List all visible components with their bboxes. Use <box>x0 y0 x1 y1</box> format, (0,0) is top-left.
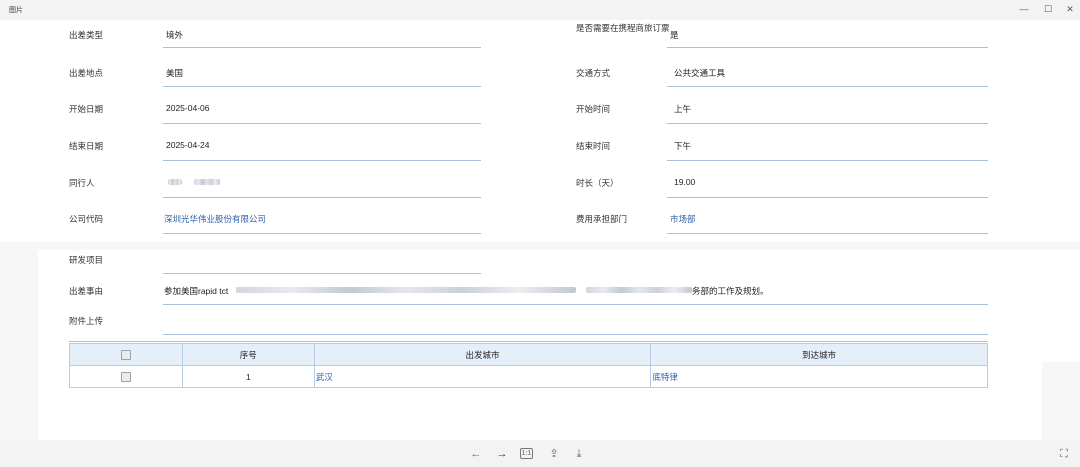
companion-underline <box>163 197 481 198</box>
reason-underline <box>163 304 988 305</box>
need-ctrip-label: 是否需要在携程商旅订票 <box>576 23 670 33</box>
end-date-underline <box>163 160 481 161</box>
trip-type-underline <box>163 47 481 48</box>
start-time-label: 开始时间 <box>576 104 611 114</box>
select-all-checkbox[interactable] <box>120 349 131 360</box>
header-index: 序号 <box>181 343 315 366</box>
destination-label: 出差地点 <box>69 68 104 78</box>
transport-label: 交通方式 <box>576 68 611 78</box>
previous-arrow-icon[interactable]: ← <box>468 446 484 462</box>
need-ctrip-underline <box>667 47 988 48</box>
reason-suffix: 务部的工作及规划。 <box>692 286 769 296</box>
transport-value: 公共交通工具 <box>674 68 726 78</box>
need-ctrip-value: 是 <box>670 30 679 40</box>
reason-prefix: 参加美国rapid tct <box>164 286 229 296</box>
end-date-label: 结束日期 <box>69 141 104 151</box>
cost-dept-value[interactable]: 市场部 <box>670 213 696 225</box>
reason-label: 出差事由 <box>69 286 104 296</box>
download-icon[interactable]: ⤓ <box>571 446 587 462</box>
trip-type-value: 境外 <box>166 30 184 40</box>
table-header-row: 序号 出发城市 到达城市 <box>69 343 988 366</box>
end-time-label: 结束时间 <box>576 141 611 151</box>
minimize-button[interactable]: — <box>1016 2 1032 16</box>
destination-value: 美国 <box>166 68 184 78</box>
window-title-bar: 图片 — ☐ ✕ <box>0 0 1080 20</box>
row-checkbox[interactable] <box>120 371 131 382</box>
end-time-value: 下午 <box>674 141 692 151</box>
duration-label: 时长（天） <box>576 178 619 188</box>
header-from-city: 出发城市 <box>313 343 652 366</box>
start-date-underline <box>163 123 481 124</box>
duration-underline <box>667 197 988 198</box>
start-date-value: 2025-04-06 <box>166 103 210 113</box>
window-title: 图片 <box>9 7 23 14</box>
header-to-city: 到达城市 <box>650 343 988 366</box>
maximize-button[interactable]: ☐ <box>1040 2 1056 16</box>
next-arrow-icon[interactable]: → <box>494 446 510 462</box>
select-all-cell[interactable] <box>69 343 183 366</box>
reason-redacted-1 <box>236 287 576 293</box>
project-label: 研发项目 <box>69 255 104 265</box>
companion-redacted-2 <box>194 179 220 185</box>
cost-dept-underline <box>667 233 988 234</box>
attachment-label: 附件上传 <box>69 316 104 326</box>
end-time-underline <box>667 160 988 161</box>
viewer-toolbar: ← → 1:1 ⇪ ⤓ ⛶ <box>0 440 1080 467</box>
row-to-city[interactable]: 底特律 <box>650 365 988 388</box>
cost-dept-label: 费用承担部门 <box>576 214 628 224</box>
attachment-underline <box>163 334 988 335</box>
share-icon[interactable]: ⇪ <box>546 446 562 462</box>
itinerary-table: 序号 出发城市 到达城市 1 武汉 底特律 <box>69 343 988 388</box>
duration-value: 19.00 <box>674 177 696 187</box>
start-date-label: 开始日期 <box>69 104 104 114</box>
reason-redacted-2 <box>586 287 692 293</box>
start-time-value: 上午 <box>674 104 692 114</box>
end-date-value: 2025-04-24 <box>166 140 210 150</box>
destination-underline <box>163 86 481 87</box>
row-select-cell[interactable] <box>69 365 183 388</box>
project-underline <box>163 273 481 274</box>
trip-type-label: 出差类型 <box>69 30 104 40</box>
row-index: 1 <box>181 365 315 388</box>
fullscreen-icon[interactable]: ⛶ <box>1056 446 1072 462</box>
actual-size-icon[interactable]: 1:1 <box>520 448 533 459</box>
row-from-city[interactable]: 武汉 <box>313 365 652 388</box>
company-label: 公司代码 <box>69 214 104 224</box>
transport-underline <box>667 86 988 87</box>
companion-redacted-1 <box>168 179 182 185</box>
company-value[interactable]: 深圳光华伟业股份有限公司 <box>164 213 266 225</box>
section-divider <box>69 341 988 342</box>
start-time-underline <box>667 123 988 124</box>
form-panel-top <box>0 20 1080 242</box>
company-underline <box>163 233 481 234</box>
companion-label: 同行人 <box>69 178 95 188</box>
table-row[interactable]: 1 武汉 底特律 <box>69 365 988 388</box>
close-button[interactable]: ✕ <box>1062 2 1078 16</box>
